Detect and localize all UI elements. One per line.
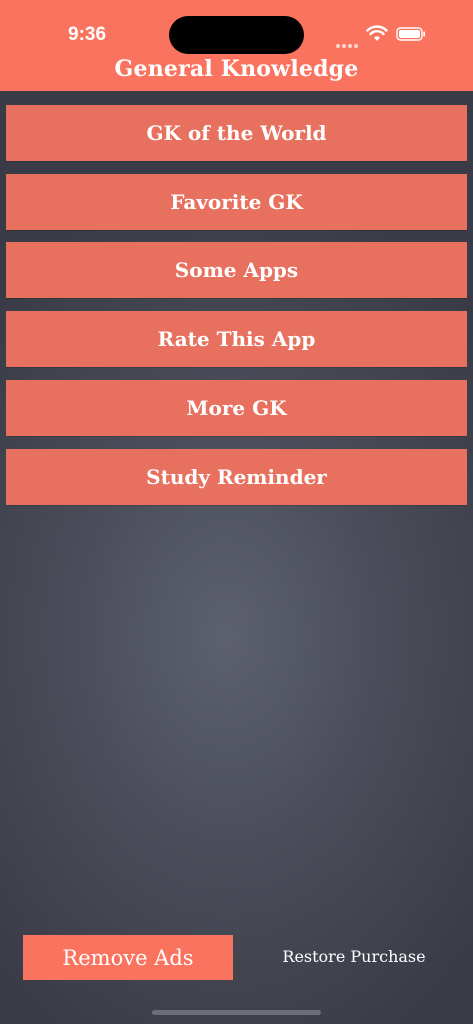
restore-purchase-button[interactable]: Restore Purchase (268, 947, 440, 966)
remove-ads-button[interactable]: Remove Ads (23, 935, 233, 980)
favorite-gk-button[interactable]: Favorite GK (6, 174, 467, 230)
rate-this-app-button[interactable]: Rate This App (6, 311, 467, 367)
header-bar: 9:36 General Knowledge (0, 0, 473, 91)
dynamic-island (169, 16, 304, 54)
home-indicator[interactable] (152, 1010, 321, 1015)
wifi-icon (366, 25, 388, 41)
battery-icon (396, 27, 426, 41)
gk-of-the-world-button[interactable]: GK of the World (6, 105, 467, 161)
signal-dots-icon (336, 33, 360, 48)
some-apps-button[interactable]: Some Apps (6, 242, 467, 298)
status-icons (336, 25, 431, 48)
status-time: 9:36 (68, 24, 107, 45)
more-gk-button[interactable]: More GK (6, 380, 467, 436)
study-reminder-button[interactable]: Study Reminder (6, 449, 467, 505)
app-title: General Knowledge (114, 56, 359, 82)
